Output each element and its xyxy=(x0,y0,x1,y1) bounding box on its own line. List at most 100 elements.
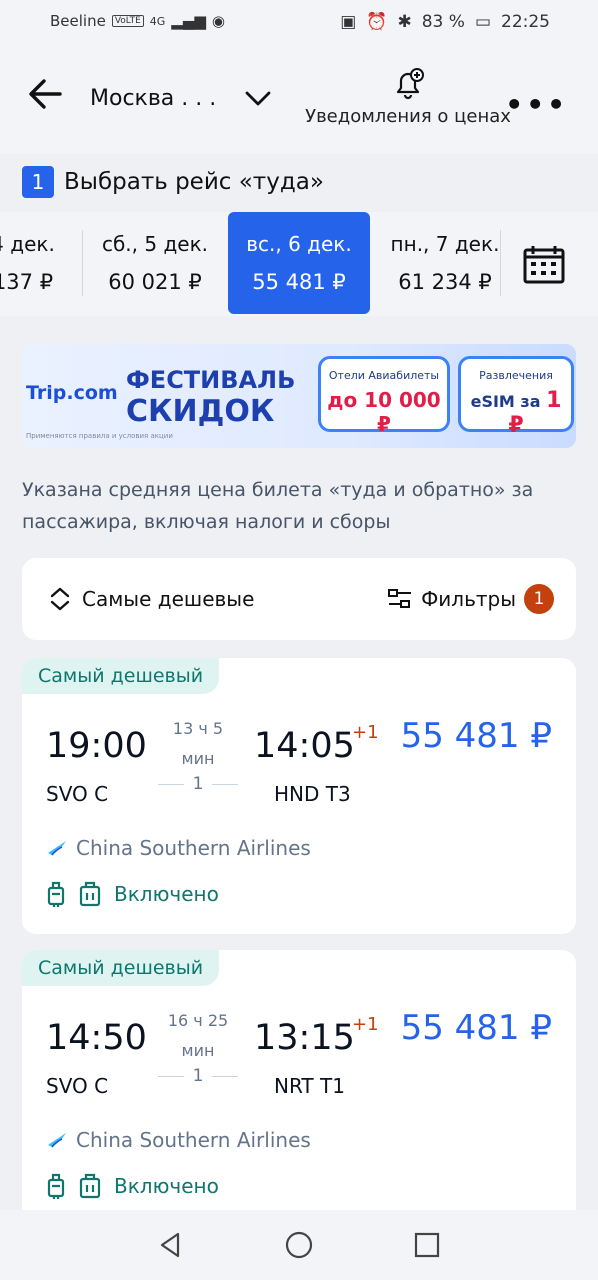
flight-card[interactable]: Самый дешевый 19:00 SVO C 13 ч 5 мин 1 1… xyxy=(22,658,576,934)
baggage-info: Включено xyxy=(46,1172,219,1200)
duration-minutes: мин xyxy=(181,1041,215,1060)
price-alerts-button[interactable]: Уведомления о ценах xyxy=(300,64,516,127)
eye-icon: ◉ xyxy=(211,12,225,30)
flight-card[interactable]: Самый дешевый 14:50 SVO C 16 ч 25 мин 1 … xyxy=(22,950,576,1226)
duration-hours: 13 ч 5 xyxy=(172,719,224,738)
offer-value: до 10 000 ₽ xyxy=(327,388,441,436)
date-label: пн., 7 дек. xyxy=(390,232,500,256)
nav-recents-icon[interactable] xyxy=(412,1230,442,1260)
status-bar: Beeline VoLTE 4G ▂▄▆ ◉ ▣ ⏰ ✱ 83 % ▭ 22:2… xyxy=(0,0,598,44)
stops-count: 1 xyxy=(192,774,204,794)
flight-price: 55 481 ₽ xyxy=(400,716,552,756)
step-title: Выбрать рейс «туда» xyxy=(64,169,324,195)
offer-value: eSIM за 1 ₽ xyxy=(461,388,571,438)
airline: China Southern Airlines xyxy=(46,836,311,860)
banner-title-2: СКИДОК xyxy=(126,394,275,429)
stops-count: 1 xyxy=(192,1066,204,1086)
back-arrow-icon[interactable] xyxy=(24,72,68,116)
airline-logo-icon xyxy=(48,1133,66,1148)
date-price: 60 021 ₽ xyxy=(108,270,202,294)
top-bar: Москва . . . Уведомления о ценах ••• xyxy=(0,44,598,154)
arrival-time: 13:15 xyxy=(254,1018,355,1058)
filter-icon xyxy=(388,589,412,608)
date-option-selected[interactable]: вс., 6 дек. 55 481 ₽ xyxy=(228,212,370,314)
departure-time: 19:00 xyxy=(46,726,147,766)
cheapest-tag: Самый дешевый xyxy=(22,658,220,694)
brand-logo: Trip.com xyxy=(26,382,118,404)
chevron-down-icon[interactable] xyxy=(240,80,276,116)
suitcase-icon xyxy=(79,881,101,907)
battery-percent: 83 % xyxy=(421,12,465,32)
sort-icon xyxy=(50,587,70,611)
departure-time: 14:50 xyxy=(46,1018,147,1058)
date-label: вс., 6 дек. xyxy=(246,232,352,256)
flight-duration: 13 ч 5 мин xyxy=(158,714,238,774)
alarm-icon: ⏰ xyxy=(366,12,388,32)
date-strip: 4 дек. 137 ₽ сб., 5 дек. 60 021 ₽ вс., 6… xyxy=(0,212,598,316)
duration-hours: 16 ч 25 xyxy=(167,1011,229,1030)
nav-home-icon[interactable] xyxy=(284,1230,314,1260)
banner-offer-flights: Отели Авиабилеты до 10 000 ₽ xyxy=(318,356,450,436)
baggage-icon xyxy=(47,881,65,907)
duration-minutes: мин xyxy=(181,749,215,768)
price-note: Указана средняя цена билета «туда и обра… xyxy=(22,479,534,533)
filter-label: Фильтры xyxy=(421,587,516,611)
offer-prefix: eSIM за xyxy=(470,392,541,411)
nav-back-icon[interactable] xyxy=(156,1230,186,1260)
date-price: 137 ₽ xyxy=(0,270,54,294)
step-number: 1 xyxy=(22,166,54,198)
baggage-info: Включено xyxy=(46,880,219,908)
signal-icon: ▂▄▆ xyxy=(171,12,206,30)
divider xyxy=(500,230,501,296)
banner-fine-print: Применяются правила и условия акции xyxy=(26,432,173,440)
date-label: сб., 5 дек. xyxy=(101,232,209,256)
carrier-label: Beeline xyxy=(50,12,106,30)
baggage-label: Включено xyxy=(114,882,219,906)
arrival-airport: HND T3 xyxy=(274,782,351,806)
status-left: Beeline VoLTE 4G ▂▄▆ ◉ xyxy=(50,12,225,30)
bell-plus-icon xyxy=(396,68,424,100)
airline: China Southern Airlines xyxy=(46,1128,311,1152)
suitcase-icon xyxy=(79,1173,101,1199)
network-label: 4G xyxy=(149,14,166,28)
day-offset: +1 xyxy=(352,722,379,743)
promo-banner[interactable]: Trip.com ФЕСТИВАЛЬ СКИДОК Отели Авиабиле… xyxy=(22,344,576,448)
filter-count-badge: 1 xyxy=(524,584,554,614)
route-title[interactable]: Москва . . . xyxy=(90,86,216,111)
date-option[interactable]: пн., 7 дек. 61 234 ₽ xyxy=(374,212,516,314)
offer-title: Отели Авиабилеты xyxy=(328,369,440,382)
flight-duration: 16 ч 25 мин xyxy=(158,1006,238,1066)
banner-offer-esim: Развлечения eSIM за 1 ₽ xyxy=(458,356,574,438)
clock: 22:25 xyxy=(501,12,550,32)
flight-price: 55 481 ₽ xyxy=(400,1008,552,1048)
banner-title-1: ФЕСТИВАЛЬ xyxy=(126,366,296,394)
date-option[interactable]: сб., 5 дек. 60 021 ₽ xyxy=(84,212,226,314)
offer-title: Развлечения xyxy=(479,369,553,382)
step-header: 1 Выбрать рейс «туда» xyxy=(22,166,324,198)
date-price: 61 234 ₽ xyxy=(398,270,492,294)
more-menu-icon[interactable]: ••• xyxy=(505,88,568,121)
arrival-time: 14:05 xyxy=(254,726,355,766)
day-offset: +1 xyxy=(352,1014,379,1035)
arrival-airport: NRT T1 xyxy=(274,1074,345,1098)
baggage-icon xyxy=(47,1173,65,1199)
system-nav-bar xyxy=(0,1210,598,1280)
filter-button[interactable]: Фильтры 1 xyxy=(387,584,554,614)
date-label: 4 дек. xyxy=(0,232,55,256)
sort-button[interactable]: Самые дешевые xyxy=(48,586,254,612)
bluetooth-icon: ✱ xyxy=(397,12,412,32)
date-price: 55 481 ₽ xyxy=(252,270,346,294)
departure-airport: SVO C xyxy=(46,782,109,806)
price-alerts-label: Уведомления о ценах xyxy=(305,106,511,127)
departure-airport: SVO C xyxy=(46,1074,109,1098)
sort-label: Самые дешевые xyxy=(82,587,255,611)
calendar-icon[interactable] xyxy=(516,242,572,290)
date-option[interactable]: 4 дек. 137 ₽ xyxy=(0,212,94,314)
airline-name: China Southern Airlines xyxy=(76,836,311,860)
nfc-icon: ▣ xyxy=(340,12,357,32)
airline-logo-icon xyxy=(48,841,66,856)
divider xyxy=(82,230,83,296)
volte-badge: VoLTE xyxy=(111,15,144,27)
sort-filter-bar: Самые дешевые Фильтры 1 xyxy=(22,558,576,640)
baggage-label: Включено xyxy=(114,1174,219,1198)
